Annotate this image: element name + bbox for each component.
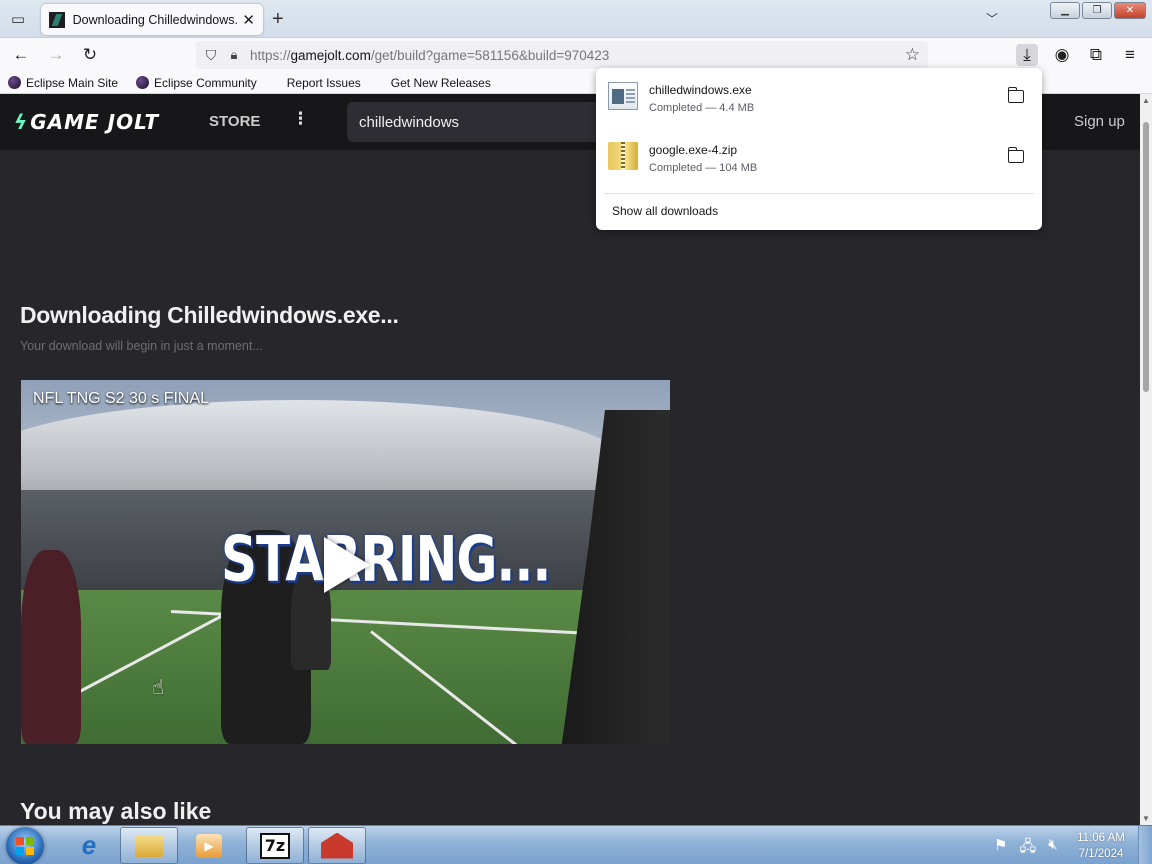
logo-text: GAME JOLT <box>30 110 160 134</box>
eclipse-icon <box>136 76 150 89</box>
clock-time: 11:06 AM <box>1077 832 1125 844</box>
store-link[interactable]: STORE <box>209 113 260 130</box>
bookmark-label: Eclipse Main Site <box>26 75 119 90</box>
tab-active[interactable]: Downloading Chilledwindows.exe... ✕ <box>41 4 263 35</box>
minimize-button[interactable]: ▁ <box>1050 2 1080 19</box>
taskbar-file-explorer[interactable] <box>120 827 178 864</box>
system-tray: ⚑ 🖧︎ 🔇︎ <box>994 836 1058 861</box>
show-all-downloads-button[interactable]: Show all downloads <box>612 204 718 218</box>
url-text[interactable]: https://gamejolt.com/get/build?game=5811… <box>250 48 609 63</box>
red-app-icon <box>321 832 353 859</box>
page-title: Downloading Chilledwindows.exe... <box>20 302 399 328</box>
video-player[interactable]: NFL TNG S2 30 s FINAL STARRING... <box>21 380 670 744</box>
zip-file-icon <box>608 142 638 170</box>
windows-logo-green <box>26 837 34 845</box>
video-overlay-text: STARRING... <box>221 522 551 596</box>
start-button[interactable] <box>6 827 44 864</box>
media-player-icon: ▶ <box>196 833 222 858</box>
reload-icon[interactable]: ↻ <box>79 44 101 66</box>
downloads-panel: chilledwindows.exe Completed — 4.4 MB go… <box>596 68 1042 230</box>
taskbar-7zip[interactable]: 7z <box>246 827 304 864</box>
url-bar[interactable]: ⛉ 🔒︎ https://gamejolt.com/get/build?game… <box>196 41 928 69</box>
taskbar-internet-explorer[interactable]: e <box>60 827 118 864</box>
tab-title: Downloading Chilledwindows.exe... <box>72 12 239 27</box>
page-scrollbar[interactable]: ▲ ▼ <box>1140 94 1152 825</box>
taskbar-clock[interactable]: 11:06 AM 7/1/2024 <box>1066 830 1136 862</box>
extensions-icon[interactable]: ⧉ <box>1085 44 1107 66</box>
folder-icon <box>135 834 163 857</box>
eclipse-icon <box>8 76 21 89</box>
scroll-down-icon[interactable]: ▼ <box>1142 814 1150 823</box>
close-tab-icon[interactable]: ✕ <box>242 11 255 29</box>
video-person <box>21 550 81 744</box>
7zip-icon: 7z <box>260 832 290 859</box>
download-filename: chilledwindows.exe <box>649 83 752 97</box>
download-item[interactable]: chilledwindows.exe Completed — 4.4 MB <box>604 72 1034 128</box>
bookmark-eclipse-community[interactable]: Eclipse Community <box>136 76 257 90</box>
exe-file-icon <box>608 82 638 110</box>
network-icon[interactable]: 🖧︎ <box>1019 836 1036 861</box>
restore-button[interactable]: ❐ <box>1082 2 1112 19</box>
windows-logo-blue <box>16 847 24 855</box>
volume-muted-icon[interactable]: 🔇︎ <box>1048 836 1057 861</box>
forward-arrow-icon[interactable]: → <box>45 44 67 66</box>
bookmark-report-issues[interactable]: Report Issues <box>287 76 361 90</box>
taskbar-media-player[interactable]: ▶ <box>180 827 238 864</box>
lock-icon[interactable]: 🔒︎ <box>226 47 242 63</box>
menu-icon[interactable]: ≡ <box>1119 44 1141 66</box>
clock-date: 7/1/2024 <box>1078 848 1124 860</box>
window-controls: ▁ ❐ ✕ <box>1050 2 1146 19</box>
tab-bar: ▭ Downloading Chilledwindows.exe... ✕ + … <box>0 0 1152 38</box>
download-status: Completed — 4.4 MB <box>649 102 755 114</box>
play-icon[interactable] <box>324 537 370 593</box>
taskbar: e ▶ 7z ⚑ 🖧︎ 🔇︎ 11:06 AM 7/1/2024 <box>0 825 1152 864</box>
download-status: Completed — 104 MB <box>649 162 758 174</box>
new-tab-icon[interactable]: + <box>272 8 284 31</box>
url-scheme: https:// <box>250 47 291 63</box>
chevron-down-icon[interactable]: ﹀ <box>986 10 998 27</box>
bookmark-label: Eclipse Community <box>154 75 257 90</box>
section-heading-also-like: You may also like <box>20 798 212 824</box>
hand-cursor-icon: ☝ <box>152 677 165 699</box>
url-path: /get/build?game=581156&build=970423 <box>370 47 610 63</box>
internet-explorer-icon: e <box>81 830 97 860</box>
windows-logo-red <box>16 837 24 845</box>
more-options-icon[interactable]: ⋮ <box>292 109 309 129</box>
folder-icon[interactable] <box>1007 87 1024 103</box>
page-subtitle: Your download will begin in just a momen… <box>20 339 263 353</box>
action-center-flag-icon[interactable]: ⚑ <box>994 836 1007 861</box>
scroll-up-icon[interactable]: ▲ <box>1142 96 1150 105</box>
bookmark-get-new-releases[interactable]: Get New Releases <box>391 76 491 90</box>
tab-list-icon[interactable]: ▭ <box>6 8 30 30</box>
folder-icon[interactable] <box>1007 147 1024 163</box>
downloads-icon[interactable]: ⤓ <box>1016 44 1038 66</box>
nav-toolbar: ← → ↻ ⛉ 🔒︎ https://gamejolt.com/get/buil… <box>0 38 1152 72</box>
windows-logo-icon <box>16 837 34 855</box>
bookmark-eclipse-main[interactable]: Eclipse Main Site <box>8 76 118 90</box>
url-domain: gamejolt.com <box>290 47 371 63</box>
download-filename: google.exe-4.zip <box>649 143 738 157</box>
gamejolt-logo[interactable]: ϟ GAME JOLT <box>14 110 159 134</box>
video-title: NFL TNG S2 30 s FINAL <box>33 390 210 407</box>
bookmark-label: Get New Releases <box>390 75 491 90</box>
windows-logo-yellow <box>26 847 34 855</box>
panel-divider <box>604 193 1034 194</box>
gamejolt-favicon-icon <box>49 11 65 28</box>
show-desktop-button[interactable] <box>1138 826 1152 864</box>
bookmark-star-icon[interactable]: ☆ <box>905 45 920 65</box>
back-arrow-icon[interactable]: ← <box>10 44 32 66</box>
scroll-thumb[interactable] <box>1143 122 1149 392</box>
bookmark-label: Report Issues <box>286 75 361 90</box>
shield-icon[interactable]: ⛉ <box>202 47 220 64</box>
close-window-button[interactable]: ✕ <box>1114 2 1146 19</box>
signup-link[interactable]: Sign up <box>1074 113 1125 130</box>
taskbar-app[interactable] <box>308 827 366 864</box>
account-icon[interactable]: ◉ <box>1051 44 1073 66</box>
bolt-icon: ϟ <box>14 110 29 134</box>
download-item[interactable]: google.exe-4.zip Completed — 104 MB <box>604 132 1034 188</box>
